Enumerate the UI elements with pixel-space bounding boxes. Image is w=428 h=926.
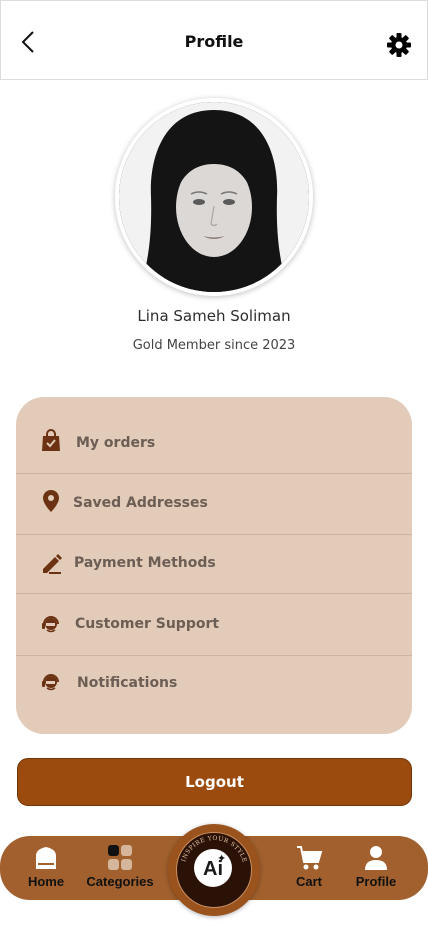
ai-stylist-button[interactable]: Ai ✦ INSPIRE YOUR STYLE [168,824,260,916]
menu-item-label: Saved Addresses [73,495,208,511]
menu-item-saved-addresses[interactable]: Saved Addresses [16,475,412,535]
menu-item-payment-methods[interactable]: Payment Methods [16,535,412,594]
menu-item-my-orders[interactable]: My orders [16,413,412,474]
menu-item-label: My orders [76,435,156,451]
avatar-frame[interactable] [115,98,313,296]
shopping-bag-icon [42,429,60,451]
membership-status: Gold Member since 2023 [132,338,296,353]
app-header: Profile [0,0,428,80]
divider [16,593,412,594]
pen-icon [43,554,62,574]
ai-ring-text: INSPIRE YOUR STYLE [180,835,248,864]
settings-button[interactable] [385,31,413,59]
nav-item-home[interactable]: Home [6,844,86,898]
divider [16,655,412,656]
nav-item-categories[interactable]: Categories [80,844,160,898]
cart-icon [297,846,323,870]
menu-item-label: Notifications [77,675,178,691]
person-icon [365,846,387,870]
menu-item-label: Customer Support [75,616,220,632]
home-icon [36,847,56,869]
nav-label: Categories [86,874,154,889]
location-pin-icon [43,490,59,512]
gear-icon [387,33,411,57]
profile-name: Lina Sameh Soliman [137,307,291,325]
menu-item-label: Payment Methods [74,555,216,571]
svg-text:INSPIRE YOUR STYLE: INSPIRE YOUR STYLE [180,835,248,864]
nav-item-profile[interactable]: Profile [336,844,416,898]
menu-item-customer-support[interactable]: Customer Support [16,595,412,656]
menu-item-notifications[interactable]: Notifications [16,657,412,717]
profile-menu: My orders Saved Addresses Payment Method… [16,397,412,734]
support-agent-icon [42,674,59,691]
categories-icon [108,845,132,870]
page-title: Profile [184,32,244,51]
support-agent-icon [42,616,59,633]
nav-label: Profile [355,874,397,889]
nav-label: Home [27,874,65,889]
logout-button[interactable]: Logout [17,758,412,806]
divider [16,473,412,474]
avatar [119,102,309,292]
profile-photo [119,102,309,292]
